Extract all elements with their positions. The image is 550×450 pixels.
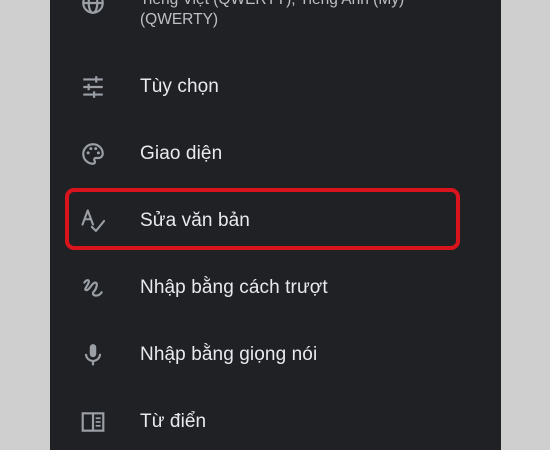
microphone-icon [78,340,108,370]
palette-icon [78,139,108,169]
voice-typing-label: Nhập bằng giọng nói [140,343,318,365]
languages-line-2: (QWERTY) [140,11,219,28]
menu-item-voice-typing[interactable]: Nhập bằng giọng nói [50,321,501,388]
highlight-box [65,188,460,250]
settings-menu: Tiếng Việt (QWERTY), Tiếng Anh (Mỹ) (QWE… [50,0,501,450]
tune-sliders-icon [78,72,108,102]
preferences-label: Tùy chọn [140,75,219,97]
theme-label: Giao diện [140,142,223,164]
dictionary-label: Từ điển [140,410,207,432]
dictionary-book-icon [78,407,108,437]
languages-label: Tiếng Việt (QWERTY), Tiếng Anh (Mỹ) (QWE… [140,0,404,30]
menu-item-theme[interactable]: Giao diện [50,120,501,187]
languages-line-1: Tiếng Việt (QWERTY), Tiếng Anh (Mỹ) [140,0,404,10]
glide-typing-label: Nhập bằng cách trượt [140,276,328,298]
globe-icon [78,0,108,18]
menu-item-languages[interactable]: Tiếng Việt (QWERTY), Tiếng Anh (Mỹ) (QWE… [50,0,501,35]
menu-item-glide-typing[interactable]: Nhập bằng cách trượt [50,254,501,321]
screenshot-frame: Tiếng Việt (QWERTY), Tiếng Anh (Mỹ) (QWE… [0,0,550,450]
menu-item-preferences[interactable]: Tùy chọn [50,53,501,120]
gesture-icon [78,273,108,303]
menu-item-dictionary[interactable]: Từ điển [50,388,501,450]
